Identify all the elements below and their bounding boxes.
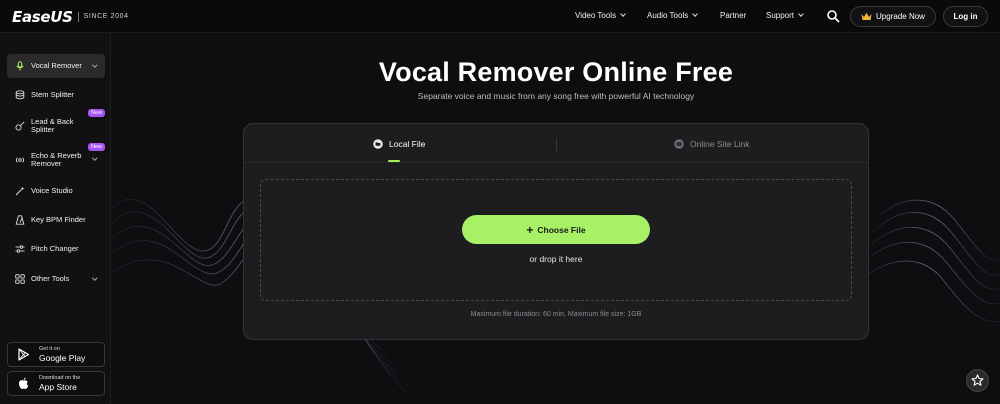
google-play-text: Get it on Google Play (39, 346, 85, 363)
sidebar-item-echo-reverb-remover[interactable]: Echo & Reverb Remover New (7, 143, 105, 174)
app-store-small: Download on the (39, 375, 81, 381)
sidebar-item-label: Pitch Changer (31, 244, 79, 253)
chevron-down-icon[interactable] (91, 275, 97, 281)
logo[interactable]: EaseUS SINCE 2004 (12, 7, 129, 26)
search-icon[interactable] (826, 9, 840, 23)
app-store-big: App Store (39, 382, 77, 392)
magic-wand-icon (15, 186, 25, 196)
sidebar: Vocal Remover Stem Splitter Lead & Back … (0, 33, 111, 404)
echo-icon (16, 156, 24, 163)
sidebar-item-vocal-remover[interactable]: Vocal Remover (7, 54, 105, 78)
nav-partner[interactable]: Partner (720, 11, 746, 20)
page-title: Vocal Remover Online Free (378, 57, 734, 87)
sidebar-item-other-tools[interactable]: Other Tools (7, 267, 105, 291)
database-icon (15, 90, 25, 100)
new-badge: New (87, 143, 105, 151)
guitar-icon (15, 120, 25, 131)
tab-local-file[interactable]: Local File (373, 137, 425, 151)
sidebar-item-lead-back-splitter[interactable]: Lead & Back Splitter New (7, 109, 105, 140)
tab-separator (556, 138, 557, 151)
google-play-button[interactable]: Get it on Google Play (7, 342, 105, 367)
folder-icon (373, 139, 383, 149)
tab-local-file-label: Local File (389, 139, 426, 149)
nav-support-label: Support (766, 11, 795, 20)
sidebar-item-voice-studio[interactable]: Voice Studio (7, 179, 105, 203)
sidebar-item-label: Other Tools (31, 274, 70, 283)
sidebar-item-stem-splitter[interactable]: Stem Splitter (7, 83, 105, 107)
file-limit-note: Maximum file duration: 60 min, Maximum f… (470, 311, 642, 318)
google-play-small: Get it on (39, 346, 60, 352)
main-content: Vocal Remover Online Free Separate voice… (112, 33, 1000, 404)
choose-file-label: Choose File (537, 224, 586, 235)
chevron-down-icon (620, 11, 626, 17)
app-store-button[interactable]: Download on the App Store (7, 371, 105, 396)
nav-video-tools[interactable]: Video Tools (575, 11, 626, 20)
page-subtitle: Separate voice and music from any song f… (417, 91, 695, 101)
sidebar-item-pitch-changer[interactable]: Pitch Changer (7, 237, 105, 261)
microphone-icon (16, 61, 24, 71)
video-link-icon (674, 139, 684, 149)
crown-icon (861, 12, 872, 20)
nav-partner-label: Partner (720, 11, 747, 20)
plus-icon: + (526, 222, 534, 237)
metronome-icon (15, 215, 25, 225)
sidebar-item-label: Lead & Back Splitter (31, 116, 74, 134)
grid-icon (15, 274, 25, 284)
upload-card: Local File Online Site Link + Choose Fil… (243, 123, 869, 340)
choose-file-button[interactable]: + Choose File (462, 215, 650, 244)
upgrade-now-label: Upgrade Now (876, 12, 925, 21)
sidebar-item-label: Vocal Remover (31, 61, 82, 70)
sliders-icon (15, 245, 25, 253)
chevron-down-icon (798, 11, 804, 17)
tab-online-site-link[interactable]: Online Site Link (674, 137, 750, 151)
login-label: Log in (953, 12, 978, 21)
google-play-icon (18, 348, 30, 361)
nav-audio-tools-label: Audio Tools (647, 11, 689, 20)
sidebar-item-key-bpm-finder[interactable]: Key BPM Finder (7, 208, 105, 232)
app-store-text: Download on the App Store (39, 375, 80, 392)
sidebar-item-label: Echo & Reverb Remover (31, 150, 82, 168)
nav-support[interactable]: Support (766, 11, 804, 20)
logo-tagline: SINCE 2004 (83, 13, 129, 20)
chevron-down-icon[interactable] (91, 62, 97, 68)
logo-wordmark: EaseUS (12, 7, 73, 26)
tab-online-site-link-label: Online Site Link (690, 139, 750, 149)
upgrade-now-button[interactable]: Upgrade Now (850, 6, 936, 27)
apple-icon (19, 377, 29, 389)
nav-video-tools-label: Video Tools (575, 11, 617, 20)
chevron-down-icon[interactable] (91, 155, 97, 161)
top-header: EaseUS SINCE 2004 Video Tools Audio Tool… (0, 0, 1000, 33)
tab-divider (244, 162, 868, 163)
google-play-big: Google Play (39, 353, 86, 363)
login-button[interactable]: Log in (943, 6, 988, 27)
sidebar-item-label: Stem Splitter (31, 90, 74, 99)
sidebar-item-label: Key BPM Finder (31, 215, 86, 224)
file-dropzone[interactable]: + Choose File or drop it here (260, 179, 852, 301)
drop-hint: or drop it here (529, 254, 583, 264)
sidebar-item-label: Voice Studio (31, 186, 73, 195)
chevron-down-icon (692, 11, 699, 17)
nav-audio-tools[interactable]: Audio Tools (647, 11, 699, 20)
new-badge: New (87, 109, 105, 117)
star-icon[interactable] (966, 369, 989, 392)
logo-divider (77, 11, 79, 22)
